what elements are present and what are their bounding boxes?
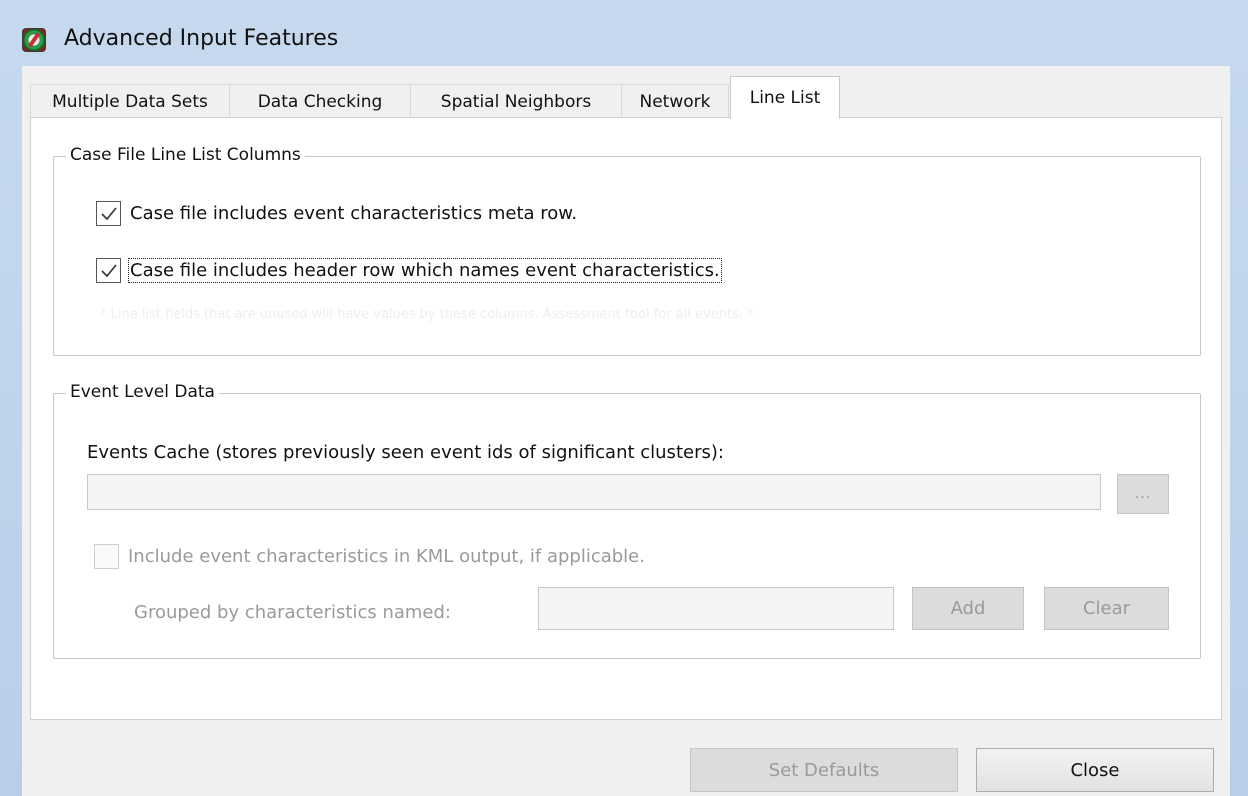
tab-multiple-data-sets[interactable]: Multiple Data Sets xyxy=(30,84,230,118)
tab-strip: Multiple Data Sets Data Checking Spatial… xyxy=(30,74,1222,119)
meta-row-label: Case file includes event characteristics… xyxy=(130,203,578,224)
tab-line-list[interactable]: Line List xyxy=(730,76,840,119)
add-button[interactable]: Add xyxy=(912,587,1024,630)
app-icon xyxy=(22,28,46,52)
tab-network[interactable]: Network xyxy=(621,84,729,118)
grouped-by-label: Grouped by characteristics named: xyxy=(134,602,451,623)
window-title: Advanced Input Features xyxy=(64,26,339,51)
header-row-checkbox[interactable] xyxy=(96,258,121,283)
meta-row-checkbox-row[interactable]: Case file includes event characteristics… xyxy=(96,201,577,226)
tab-data-checking[interactable]: Data Checking xyxy=(229,84,411,118)
event-level-data-title: Event Level Data xyxy=(66,382,219,402)
clear-button[interactable]: Clear xyxy=(1044,587,1169,630)
close-button[interactable]: Close xyxy=(976,748,1214,792)
meta-row-checkbox[interactable] xyxy=(96,201,121,226)
dialog-client-area: Multiple Data Sets Data Checking Spatial… xyxy=(22,66,1230,796)
case-file-columns-title: Case File Line List Columns xyxy=(66,145,305,165)
line-list-panel: Case File Line List Columns Case file in… xyxy=(30,117,1222,720)
kml-checkbox-label: Include event characteristics in KML out… xyxy=(128,546,645,567)
set-defaults-button[interactable]: Set Defaults xyxy=(690,748,958,792)
case-file-columns-group: Case File Line List Columns Case file in… xyxy=(53,145,1201,356)
kml-checkbox[interactable] xyxy=(94,544,119,569)
title-bar[interactable]: Advanced Input Features xyxy=(0,0,1248,66)
checkmark-icon xyxy=(100,206,117,220)
events-cache-input[interactable] xyxy=(87,474,1101,510)
header-row-checkbox-row[interactable]: Case file includes header row which name… xyxy=(96,258,722,283)
events-cache-label: Events Cache (stores previously seen eve… xyxy=(87,442,724,463)
dialog-window: Advanced Input Features Multiple Data Se… xyxy=(0,0,1248,796)
kml-checkbox-row[interactable]: Include event characteristics in KML out… xyxy=(94,544,645,569)
header-row-label: Case file includes header row which name… xyxy=(128,258,722,283)
grouped-by-input[interactable] xyxy=(538,587,894,630)
checkmark-icon xyxy=(100,263,117,277)
event-level-data-group: Event Level Data Events Cache (stores pr… xyxy=(53,382,1201,659)
line-list-hint-text: * Line list fields that are unused will … xyxy=(100,307,754,322)
tab-spatial-neighbors[interactable]: Spatial Neighbors xyxy=(410,84,622,118)
events-cache-browse-button[interactable]: ... xyxy=(1117,474,1169,514)
